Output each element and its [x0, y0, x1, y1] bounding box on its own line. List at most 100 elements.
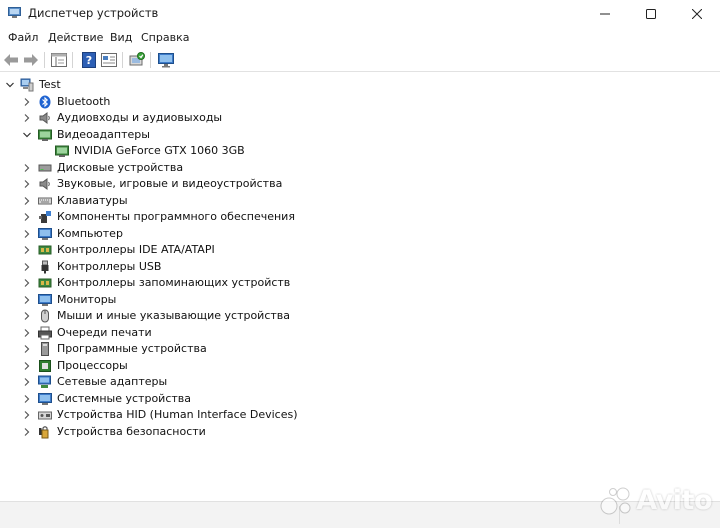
menu-action[interactable]: Действие [48, 31, 103, 44]
chevron-down-icon[interactable] [5, 80, 15, 90]
chevron-right-icon[interactable] [22, 113, 32, 123]
chevron-right-icon[interactable] [22, 229, 32, 239]
back-button[interactable] [2, 51, 20, 69]
tree-item-software-devices[interactable]: Программные устройства [0, 341, 300, 357]
chevron-right-icon[interactable] [22, 179, 32, 189]
chevron-right-icon[interactable] [22, 410, 32, 420]
chevron-right-icon[interactable] [22, 344, 32, 354]
tree-item-usb-controllers[interactable]: Контроллеры USB [0, 259, 300, 275]
ide-controller-icon [38, 245, 52, 255]
vertical-scrollbar[interactable] [710, 73, 720, 501]
chevron-right-icon[interactable] [22, 196, 32, 206]
chevron-right-icon[interactable] [22, 278, 32, 288]
chevron-right-icon[interactable] [22, 245, 32, 255]
forward-arrow-icon [24, 54, 38, 66]
tree-item-label: Программные устройства [57, 342, 207, 355]
tree-item-software-components[interactable]: Компоненты программного обеспечения [0, 209, 300, 225]
tree-item-print-queues[interactable]: Очереди печати [0, 325, 300, 341]
tree-item-label: Контроллеры USB [57, 260, 162, 273]
menu-bar: Файл Действие Вид Справка [0, 27, 720, 48]
menu-file[interactable]: Файл [8, 31, 38, 44]
tree-item-label: NVIDIA GeForce GTX 1060 3GB [74, 144, 245, 157]
window-title: Диспетчер устройств [28, 6, 159, 20]
minimize-button[interactable] [582, 0, 628, 27]
help-button[interactable]: ? [80, 51, 98, 69]
network-adapter-icon [38, 375, 51, 388]
system-device-icon [38, 393, 52, 405]
gpu-icon [55, 145, 69, 157]
monitor-button[interactable] [157, 51, 175, 69]
tree-item-keyboards[interactable]: Клавиатуры [0, 193, 300, 209]
tree-item-disk-drives[interactable]: Дисковые устройства [0, 160, 300, 176]
device-manager-app-icon [8, 7, 21, 18]
tree-root-label: Test [39, 78, 61, 91]
close-button[interactable] [674, 0, 720, 27]
tree-item-mice[interactable]: Мыши и иные указывающие устройства [0, 308, 320, 324]
tree-item-label: Аудиовходы и аудиовыходы [57, 111, 223, 124]
software-device-icon [41, 342, 49, 356]
tree-item-hid[interactable]: Устройства HID (Human Interface Devices) [0, 407, 320, 423]
processor-icon [39, 360, 51, 372]
toolbar-separator [122, 52, 123, 68]
tree-item-network-adapters[interactable]: Сетевые адаптеры [0, 374, 300, 390]
chevron-right-icon[interactable] [22, 97, 32, 107]
chevron-down-icon[interactable] [22, 130, 32, 140]
tree-item-processors[interactable]: Процессоры [0, 358, 300, 374]
device-tree[interactable]: Test Bluetooth Аудиовходы и аудиовыходы … [0, 73, 710, 501]
forward-button[interactable] [22, 51, 40, 69]
tree-item-gpu[interactable]: NVIDIA GeForce GTX 1060 3GB [0, 143, 300, 159]
tree-item-label: Видеоадаптеры [57, 128, 150, 141]
menu-view[interactable]: Вид [110, 31, 132, 44]
show-hide-console-button[interactable] [50, 51, 68, 69]
usb-icon [41, 260, 49, 274]
chevron-right-icon[interactable] [22, 394, 32, 404]
toolbar-separator [44, 52, 45, 68]
chevron-right-icon[interactable] [22, 427, 32, 437]
tree-item-bluetooth[interactable]: Bluetooth [0, 94, 300, 110]
tree-item-system-devices[interactable]: Системные устройства [0, 391, 300, 407]
hid-icon [38, 411, 52, 420]
printer-icon [38, 326, 52, 340]
chevron-right-icon[interactable] [22, 377, 32, 387]
maximize-button[interactable] [628, 0, 674, 27]
avito-watermark: Avito [600, 485, 712, 516]
tree-item-computer[interactable]: Компьютер [0, 226, 300, 242]
minimize-icon [600, 13, 610, 14]
chevron-right-icon[interactable] [22, 361, 32, 371]
monitor-icon [158, 52, 174, 67]
tree-item-label: Дисковые устройства [57, 161, 184, 174]
chevron-right-icon[interactable] [22, 328, 32, 338]
chevron-right-icon[interactable] [22, 163, 32, 173]
tree-item-label: Устройства HID (Human Interface Devices) [57, 408, 298, 421]
scan-hardware-icon [129, 52, 145, 66]
tree-item-label: Контроллеры запоминающих устройств [57, 276, 291, 289]
tree-item-label: Устройства безопасности [57, 425, 206, 438]
properties-button[interactable] [100, 51, 118, 69]
tree-item-audio-io[interactable]: Аудиовходы и аудиовыходы [0, 110, 300, 126]
chevron-right-icon[interactable] [22, 295, 32, 305]
svg-text:?: ? [86, 54, 92, 67]
tree-item-sound-video-game[interactable]: Звуковые, игровые и видеоустройства [0, 176, 300, 192]
disk-icon [38, 164, 52, 172]
tree-item-label: Сетевые адаптеры [57, 375, 168, 388]
tree-item-label: Контроллеры IDE ATA/ATAPI [57, 243, 215, 256]
tree-item-security-devices[interactable]: Устройства безопасности [0, 424, 300, 440]
menu-help[interactable]: Справка [141, 31, 189, 44]
tree-item-ide-controllers[interactable]: Контроллеры IDE ATA/ATAPI [0, 242, 300, 258]
chevron-right-icon[interactable] [22, 311, 32, 321]
chevron-right-icon[interactable] [22, 212, 32, 222]
tree-item-display-adapters[interactable]: Видеоадаптеры [0, 127, 300, 143]
tree-root-node[interactable]: Test [0, 77, 200, 93]
tree-item-label: Мыши и иные указывающие устройства [57, 309, 291, 322]
tree-item-storage-controllers[interactable]: Контроллеры запоминающих устройств [0, 275, 300, 291]
computer-root-icon [20, 78, 34, 92]
update-driver-icon [101, 53, 117, 67]
chevron-right-icon[interactable] [22, 262, 32, 272]
scan-hardware-button[interactable] [128, 51, 146, 69]
status-pane [0, 506, 620, 524]
toolbar-separator [150, 52, 151, 68]
tree-item-label: Компьютер [57, 227, 123, 240]
keyboard-icon [38, 197, 52, 205]
tree-item-monitors[interactable]: Мониторы [0, 292, 300, 308]
toolbar: ? [0, 48, 720, 72]
